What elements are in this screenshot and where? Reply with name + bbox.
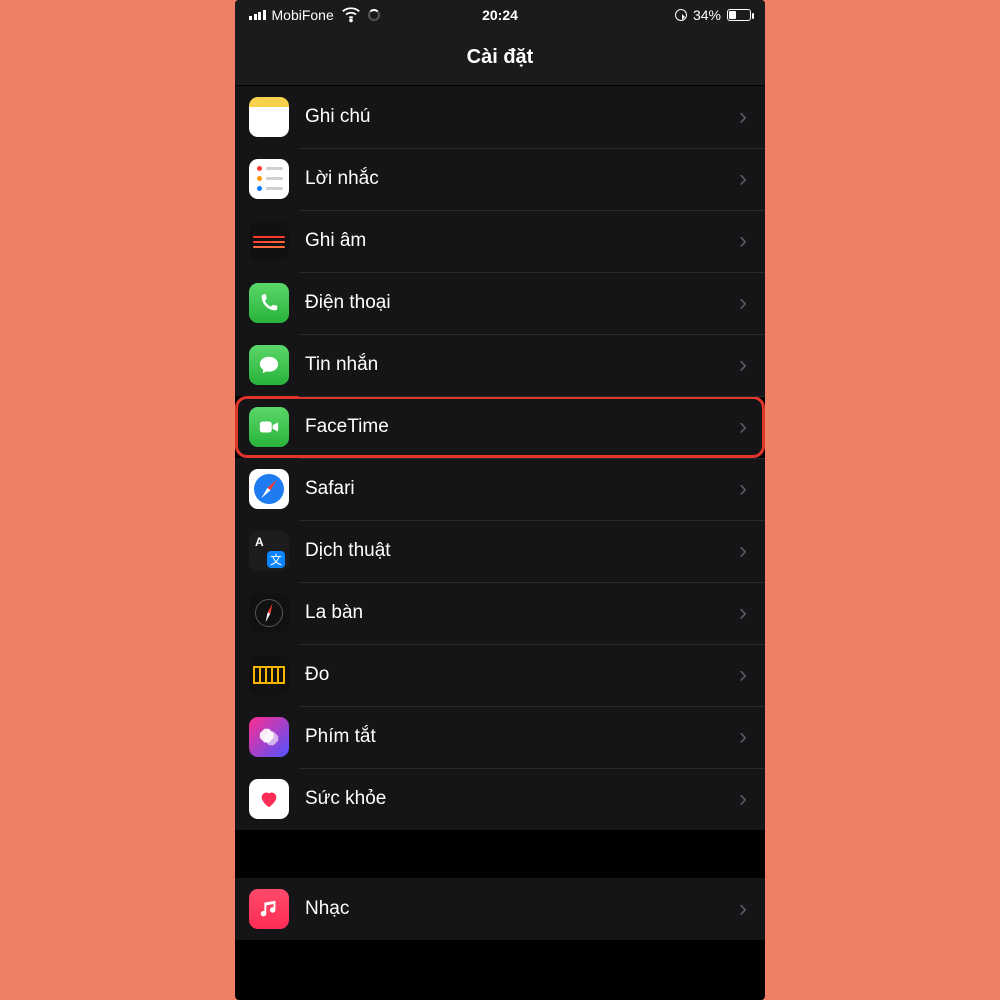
row-label: Phím tắt <box>289 726 739 748</box>
row-measure[interactable]: Đo › <box>235 644 765 706</box>
row-messages[interactable]: Tin nhắn › <box>235 334 765 396</box>
loading-spinner-icon <box>368 9 380 21</box>
compass-icon <box>249 593 289 633</box>
row-phone[interactable]: Điện thoại › <box>235 272 765 334</box>
row-label: Safari <box>289 478 739 500</box>
chevron-right-icon: › <box>739 475 747 503</box>
clock: 20:24 <box>482 7 518 23</box>
chevron-right-icon: › <box>739 413 747 441</box>
phone-frame: MobiFone 20:24 34% Cài đặt Ghi chú › Lời… <box>235 0 765 1000</box>
row-music[interactable]: Nhạc › <box>235 878 765 940</box>
status-right: 34% <box>518 7 751 23</box>
chevron-right-icon: › <box>739 227 747 255</box>
battery-percent: 34% <box>693 7 721 23</box>
music-icon <box>249 889 289 929</box>
chevron-right-icon: › <box>739 785 747 813</box>
measure-icon <box>249 655 289 695</box>
row-label: Ghi âm <box>289 230 739 252</box>
row-notes[interactable]: Ghi chú › <box>235 86 765 148</box>
chevron-right-icon: › <box>739 661 747 689</box>
chevron-right-icon: › <box>739 723 747 751</box>
row-safari[interactable]: Safari › <box>235 458 765 520</box>
row-compass[interactable]: La bàn › <box>235 582 765 644</box>
section-gap <box>235 830 765 878</box>
row-label: Đo <box>289 664 739 686</box>
chevron-right-icon: › <box>739 289 747 317</box>
row-label: Nhạc <box>289 898 739 920</box>
row-label: Sức khỏe <box>289 788 739 810</box>
status-left: MobiFone <box>249 3 482 28</box>
chevron-right-icon: › <box>739 165 747 193</box>
phone-icon <box>249 283 289 323</box>
row-label: La bàn <box>289 602 739 624</box>
rotation-lock-icon <box>675 9 687 21</box>
row-shortcuts[interactable]: Phím tắt › <box>235 706 765 768</box>
chevron-right-icon: › <box>739 599 747 627</box>
chevron-right-icon: › <box>739 537 747 565</box>
translate-icon <box>249 531 289 571</box>
row-label: Ghi chú <box>289 106 739 128</box>
row-voice-memos[interactable]: Ghi âm › <box>235 210 765 272</box>
row-label: FaceTime <box>289 416 739 438</box>
settings-list: Ghi chú › Lời nhắc › Ghi âm › Điện thoại… <box>235 86 765 940</box>
row-label: Tin nhắn <box>289 354 739 376</box>
page-title: Cài đặt <box>235 30 765 86</box>
facetime-icon <box>249 407 289 447</box>
row-label: Dịch thuật <box>289 540 739 562</box>
chevron-right-icon: › <box>739 895 747 923</box>
shortcuts-icon <box>249 717 289 757</box>
chevron-right-icon: › <box>739 351 747 379</box>
messages-icon <box>249 345 289 385</box>
battery-icon <box>727 9 751 21</box>
wifi-icon <box>340 3 362 28</box>
reminders-icon <box>249 159 289 199</box>
voice-memos-icon <box>249 221 289 261</box>
health-icon <box>249 779 289 819</box>
cellular-signal-icon <box>249 10 266 20</box>
status-bar: MobiFone 20:24 34% <box>235 0 765 30</box>
safari-icon <box>249 469 289 509</box>
row-facetime[interactable]: FaceTime › <box>235 396 765 458</box>
notes-icon <box>249 97 289 137</box>
row-translate[interactable]: Dịch thuật › <box>235 520 765 582</box>
carrier-label: MobiFone <box>272 7 334 23</box>
chevron-right-icon: › <box>739 103 747 131</box>
row-label: Điện thoại <box>289 292 739 314</box>
row-label: Lời nhắc <box>289 168 739 190</box>
row-reminders[interactable]: Lời nhắc › <box>235 148 765 210</box>
row-health[interactable]: Sức khỏe › <box>235 768 765 830</box>
